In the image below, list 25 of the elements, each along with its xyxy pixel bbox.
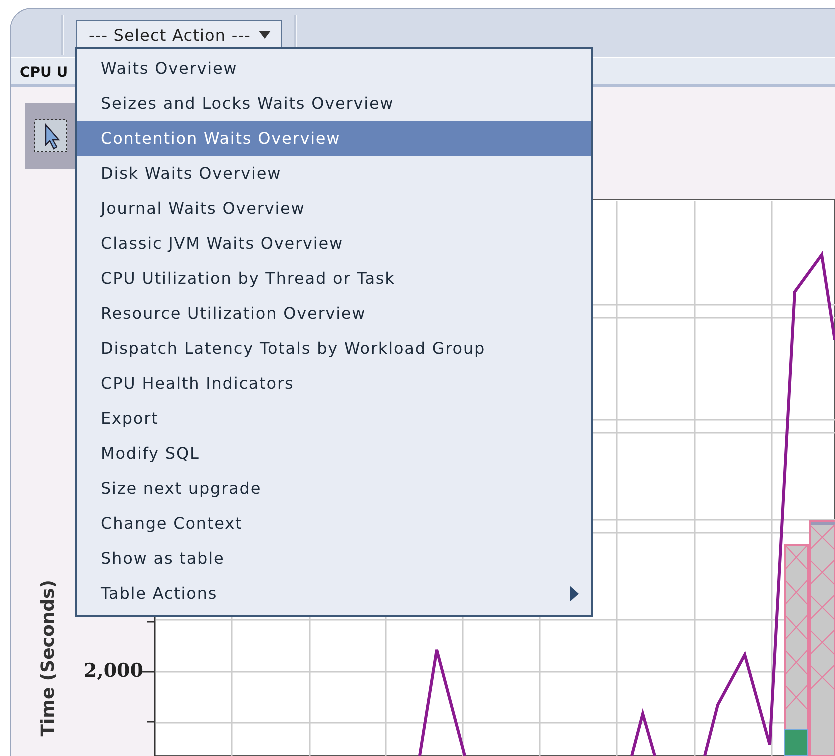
menu-item[interactable]: Table Actions xyxy=(77,576,591,611)
menu-item[interactable]: Resource Utilization Overview xyxy=(77,296,591,331)
caret-icon xyxy=(258,31,271,39)
menu-item[interactable]: Seizes and Locks Waits Overview xyxy=(77,86,591,121)
menu-item[interactable]: Export xyxy=(77,401,591,436)
menu-item[interactable]: Classic JVM Waits Overview xyxy=(77,226,591,261)
pointer-icon xyxy=(34,119,68,153)
menu-item[interactable]: Show as table xyxy=(77,541,591,576)
chart-tab[interactable]: CPU U xyxy=(11,63,76,84)
select-action-dropdown[interactable]: --- Select Action --- xyxy=(76,20,282,50)
submenu-arrow-icon xyxy=(570,586,579,602)
menu-item[interactable]: Contention Waits Overview xyxy=(77,121,591,156)
menu-item[interactable]: Change Context xyxy=(77,506,591,541)
pointer-tool-button[interactable] xyxy=(25,103,77,169)
menu-item[interactable]: Size next upgrade xyxy=(77,471,591,506)
menu-item[interactable]: Disk Waits Overview xyxy=(77,156,591,191)
menu-item[interactable]: Dispatch Latency Totals by Workload Group xyxy=(77,331,591,366)
menu-item[interactable]: CPU Utilization by Thread or Task xyxy=(77,261,591,296)
y-axis-title: Time (Seconds) xyxy=(38,580,59,737)
menu-item[interactable]: Waits Overview xyxy=(77,51,591,86)
menu-item[interactable]: CPU Health Indicators xyxy=(77,366,591,401)
menu-item[interactable]: Journal Waits Overview xyxy=(77,191,591,226)
axis-tick-label: 2,000 xyxy=(84,660,144,682)
bar-cap xyxy=(811,522,835,525)
menu-item[interactable]: Modify SQL xyxy=(77,436,591,471)
